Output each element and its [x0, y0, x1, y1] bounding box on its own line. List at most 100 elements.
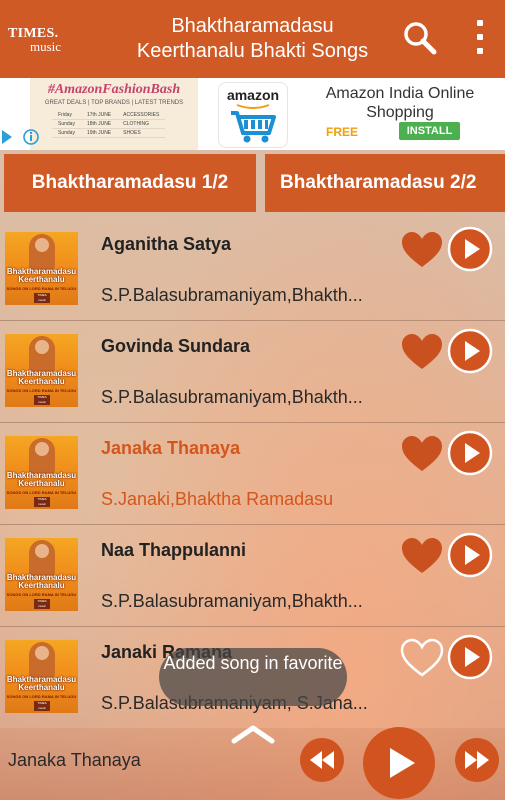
album-art: Bhaktharamadasu Keerthanalu SONGS ON LOR… — [5, 232, 78, 305]
ad-banner[interactable]: #AmazonFashionBash GREAT DEALS | TOP BRA… — [0, 78, 505, 150]
favorite-button[interactable] — [400, 638, 444, 678]
menu-dot-icon — [477, 48, 483, 54]
ad-app-name[interactable]: Amazon India Online Shopping — [305, 84, 495, 122]
tab-bhaktharamadasu-1[interactable]: Bhaktharamadasu 1/2 — [4, 154, 256, 212]
song-artist: S.Janaki,Bhaktha Ramadasu — [101, 489, 334, 509]
play-song-button[interactable] — [447, 328, 493, 374]
play-icon — [447, 634, 493, 680]
album-art-face — [35, 238, 49, 252]
toast-message: Added song in favorite — [159, 648, 347, 706]
album-art-subtitle: SONGS ON LORD RAMA IN TELUGU — [6, 388, 77, 393]
play-icon — [447, 532, 493, 578]
install-button[interactable]: INSTALL — [399, 122, 460, 140]
overflow-menu-button[interactable] — [465, 14, 495, 60]
expand-player-button[interactable] — [230, 722, 276, 746]
favorite-button[interactable] — [400, 230, 444, 270]
ad-image-heading: #AmazonFashionBash — [47, 82, 181, 97]
album-art-subtitle: SONGS ON LORD RAMA IN TELUGU — [6, 286, 77, 291]
rewind-icon — [300, 738, 344, 782]
album-art-logo: TIMES music — [34, 395, 50, 405]
play-song-button[interactable] — [447, 532, 493, 578]
list-item[interactable]: Bhaktharamadasu Keerthanalu SONGS ON LOR… — [0, 524, 505, 627]
table-row: Friday 17th JUNE ACCESSORIES — [52, 111, 166, 120]
table-cell: CLOTHING — [117, 119, 166, 129]
heart-icon — [400, 638, 444, 677]
play-song-button[interactable] — [447, 634, 493, 680]
list-item[interactable]: Bhaktharamadasu Keerthanalu SONGS ON LOR… — [0, 218, 505, 321]
table-cell: Sunday — [52, 119, 81, 129]
song-title: Aganitha Satya — [101, 234, 232, 254]
song-artist: S.P.Balasubramaniyam,Bhakth... — [101, 285, 363, 305]
search-icon — [404, 22, 437, 55]
album-art-logo: TIMES music — [34, 701, 50, 711]
table-row: Sunday 19th JUNE SHOES — [52, 128, 166, 138]
heart-icon — [402, 232, 442, 267]
logo-line2: music — [30, 39, 62, 54]
album-art-title: Bhaktharamadasu Keerthanalu — [6, 369, 77, 386]
table-cell: ACCESSORIES — [117, 111, 166, 120]
album-art-logo: TIMES music — [34, 599, 50, 609]
table-cell: Sunday — [52, 128, 81, 138]
ad-image-schedule: Friday 17th JUNE ACCESSORIES Sunday 18th… — [52, 111, 166, 138]
fast-forward-icon — [455, 738, 499, 782]
table-row: Sunday 18th JUNE CLOTHING — [52, 119, 166, 129]
play-icon — [447, 226, 493, 272]
list-item[interactable]: Bhaktharamadasu Keerthanalu SONGS ON LOR… — [0, 320, 505, 423]
album-art: Bhaktharamadasu Keerthanalu SONGS ON LOR… — [5, 538, 78, 611]
ad-image-deals: GREAT DEALS | TOP BRANDS | LATEST TRENDS — [44, 100, 184, 106]
table-cell: 17th JUNE — [80, 111, 118, 120]
album-art-title: Bhaktharamadasu Keerthanalu — [6, 267, 77, 284]
play-song-button[interactable] — [447, 430, 493, 476]
heart-icon — [402, 538, 442, 573]
heart-icon — [402, 436, 442, 471]
favorite-button[interactable] — [400, 332, 444, 372]
table-cell: 19th JUNE — [80, 128, 118, 138]
ad-image[interactable]: #AmazonFashionBash GREAT DEALS | TOP BRA… — [30, 78, 198, 150]
album-art-subtitle: SONGS ON LORD RAMA IN TELUGU — [6, 694, 77, 699]
app-header: TIMES. music Bhaktharamadasu Keerthanalu… — [0, 0, 505, 78]
heart-icon — [402, 334, 442, 369]
album-art-face — [35, 646, 49, 660]
song-title: Naa Thappulanni — [101, 540, 247, 560]
menu-dot-icon — [477, 20, 483, 26]
ad-choices[interactable] — [0, 126, 39, 148]
fast-forward-button[interactable] — [453, 736, 501, 784]
main-play-button[interactable] — [361, 725, 437, 800]
play-icon — [363, 727, 435, 799]
album-art-title: Bhaktharamadasu Keerthanalu — [6, 675, 77, 692]
album-art-face — [35, 340, 49, 354]
song-title: Janaka Thanaya — [101, 438, 241, 458]
album-art-title: Bhaktharamadasu Keerthanalu — [6, 573, 77, 590]
table-cell: 18th JUNE — [80, 119, 118, 129]
album-art-logo: TIMES music — [34, 293, 50, 303]
song-artist: S.P.Balasubramaniyam,Bhakth... — [101, 591, 363, 611]
tab-bhaktharamadasu-2[interactable]: Bhaktharamadasu 2/2 — [265, 154, 505, 212]
album-art: Bhaktharamadasu Keerthanalu SONGS ON LOR… — [5, 436, 78, 509]
table-cell: SHOES — [117, 128, 166, 138]
shopping-cart-icon — [231, 104, 276, 143]
category-tabs: Bhaktharamadasu 1/2 Bhaktharamadasu 2/2 — [0, 150, 505, 218]
album-art: Bhaktharamadasu Keerthanalu SONGS ON LOR… — [5, 640, 78, 713]
album-art-logo: TIMES music — [34, 497, 50, 507]
play-song-button[interactable] — [447, 226, 493, 272]
rewind-button[interactable] — [298, 736, 346, 784]
favorite-button[interactable] — [400, 434, 444, 474]
now-playing-title[interactable]: Janaka Thanaya — [8, 750, 268, 771]
favorite-button[interactable] — [400, 536, 444, 576]
times-music-logo: TIMES. music — [8, 27, 68, 54]
album-art: Bhaktharamadasu Keerthanalu SONGS ON LOR… — [5, 334, 78, 407]
title-line1: Bhaktharamadasu — [171, 15, 334, 37]
song-artist: S.P.Balasubramaniyam,Bhakth... — [101, 387, 363, 407]
play-icon — [447, 328, 493, 374]
chevron-up-icon — [231, 725, 275, 744]
table-cell: Friday — [52, 111, 81, 120]
list-item[interactable]: Bhaktharamadasu Keerthanalu SONGS ON LOR… — [0, 422, 505, 525]
play-icon — [447, 430, 493, 476]
amazon-app-icon[interactable]: amazon — [218, 82, 288, 148]
app-screen: TIMES. music Bhaktharamadasu Keerthanalu… — [0, 0, 505, 800]
ad-choices-icon — [2, 129, 39, 145]
search-button[interactable] — [400, 18, 440, 58]
title-line2: Keerthanalu Bhakti Songs — [136, 40, 369, 62]
ad-price: FREE — [326, 125, 359, 139]
page-title: Bhaktharamadasu Keerthanalu Bhakti Songs — [100, 14, 405, 64]
